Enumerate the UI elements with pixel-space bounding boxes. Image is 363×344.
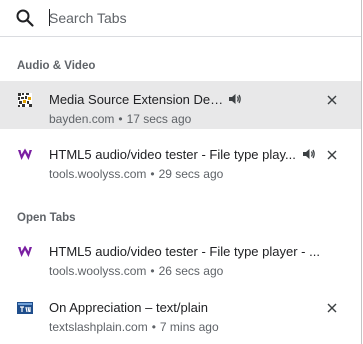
tab-item[interactable]: On Appreciation – text/plain textslashpl… <box>0 289 361 337</box>
tab-meta: bayden.com • 17 secs ago <box>49 112 191 126</box>
bayden-favicon <box>18 93 32 107</box>
tab-time: 17 secs ago <box>126 112 192 126</box>
tab-title: Media Source Extension Demo <box>49 92 224 107</box>
tab-time: 7 mins ago <box>159 320 219 334</box>
section-header-open-tabs: Open Tabs <box>17 212 76 224</box>
tab-time: 26 secs ago <box>158 264 224 278</box>
woolyss-favicon <box>18 245 32 257</box>
tab-meta: textslashplain.com • 7 mins ago <box>49 320 219 334</box>
tab-domain: bayden.com <box>49 112 115 126</box>
search-bar <box>0 0 361 37</box>
meta-separator: • <box>151 320 156 334</box>
tab-item[interactable]: HTML5 audio/video tester - File type pla… <box>0 136 361 184</box>
meta-separator: • <box>150 264 155 278</box>
tab-domain: tools.woolyss.com <box>49 264 147 278</box>
tab-meta: tools.woolyss.com • 29 secs ago <box>49 167 223 181</box>
section-header-audio-video: Audio & Video <box>17 60 96 72</box>
close-icon[interactable] <box>325 301 339 315</box>
meta-separator: • <box>118 112 123 126</box>
tab-title: On Appreciation – text/plain <box>49 300 208 315</box>
tab-title: HTML5 audio/video tester - File type pla… <box>49 244 320 259</box>
close-icon[interactable] <box>325 93 339 107</box>
search-input[interactable] <box>49 7 339 29</box>
woolyss-favicon <box>18 148 32 160</box>
tab-domain: tools.woolyss.com <box>49 167 147 181</box>
textslashplain-favicon <box>17 302 33 314</box>
tab-item[interactable]: Media Source Extension Demo bayden.com • 1… <box>0 81 361 129</box>
tab-search-panel: Audio & Video Media Source Extension Dem… <box>0 0 362 344</box>
tab-time: 29 secs ago <box>158 167 224 181</box>
speaker-icon[interactable] <box>302 147 316 161</box>
tab-domain: textslashplain.com <box>49 320 148 334</box>
search-icon <box>16 9 34 27</box>
speaker-icon[interactable] <box>228 92 242 106</box>
tab-meta: tools.woolyss.com • 26 secs ago <box>49 264 223 278</box>
tab-title: HTML5 audio/video tester - File type pla… <box>49 147 296 162</box>
tab-item[interactable]: HTML5 audio/video tester - File type pla… <box>0 233 361 281</box>
close-icon[interactable] <box>325 148 339 162</box>
text-caret <box>49 9 50 26</box>
meta-separator: • <box>150 167 155 181</box>
